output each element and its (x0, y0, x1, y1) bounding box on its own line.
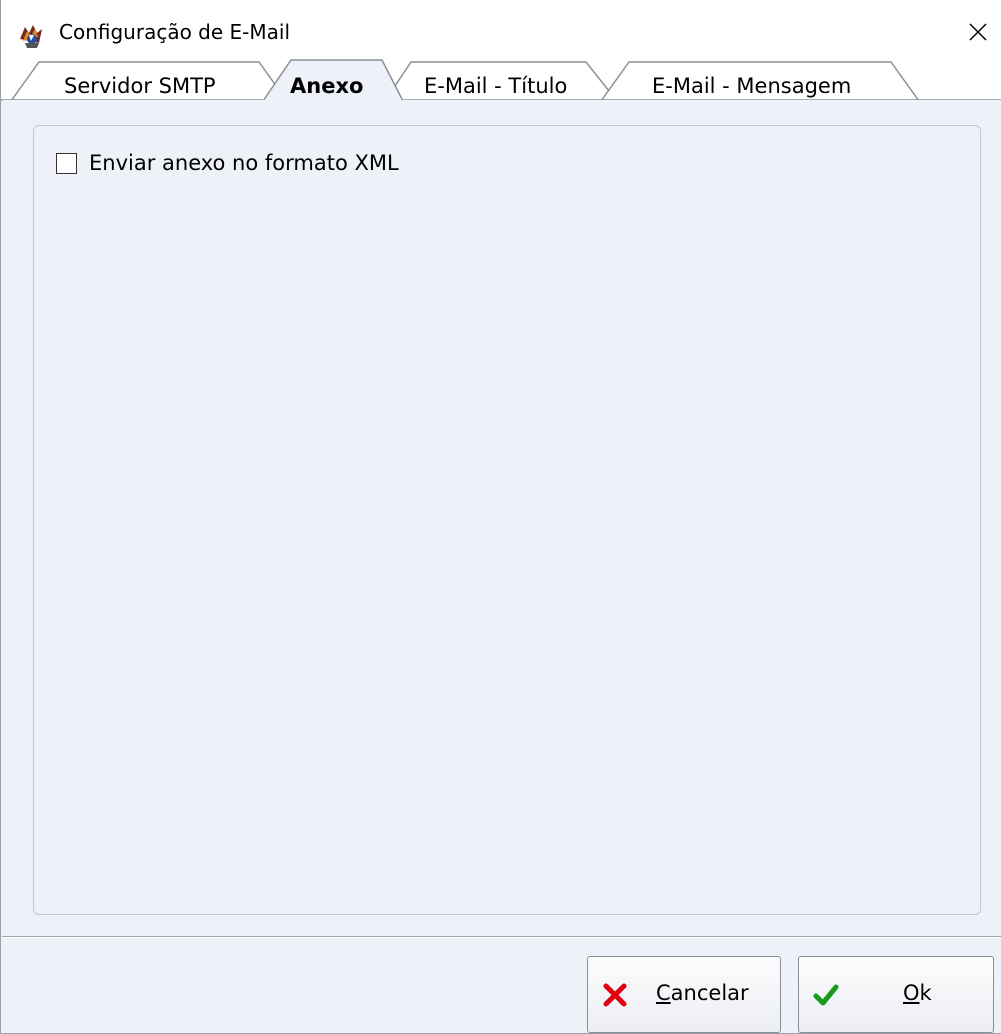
close-button[interactable] (953, 0, 1001, 64)
window-title: Configuração de E-Mail (59, 20, 291, 44)
ok-label: Ok (903, 979, 932, 1007)
tab-servidor-smtp[interactable]: Servidor SMTP (64, 72, 216, 100)
tab-email-titulo[interactable]: E-Mail - Título (424, 72, 567, 100)
cancel-button[interactable]: Cancelar (587, 956, 781, 1033)
close-icon (968, 23, 987, 41)
red-x-icon (603, 983, 627, 1007)
cancel-mnemonic: C (656, 981, 671, 1005)
tab-email-mensagem[interactable]: E-Mail - Mensagem (652, 72, 851, 100)
cancel-label-rest: ancelar (670, 981, 749, 1005)
dialog-window: Configuração de E-Mail Servidor SMTP Ane… (0, 0, 1001, 1034)
xml-attachment-checkbox[interactable] (56, 152, 77, 174)
xml-attachment-option[interactable]: Enviar anexo no formato XML (56, 148, 399, 178)
cancel-label: Cancelar (656, 979, 749, 1007)
green-check-icon (813, 984, 839, 1006)
ok-button[interactable]: Ok (798, 956, 994, 1033)
app-logo-icon (20, 25, 42, 48)
xml-attachment-label: Enviar anexo no formato XML (89, 151, 399, 175)
ok-label-rest: k (919, 981, 932, 1005)
anexo-group-box (33, 125, 981, 915)
ok-mnemonic: O (903, 981, 920, 1005)
tab-anexo[interactable]: Anexo (290, 72, 363, 100)
title-bar: Configuração de E-Mail (1, 0, 1001, 64)
